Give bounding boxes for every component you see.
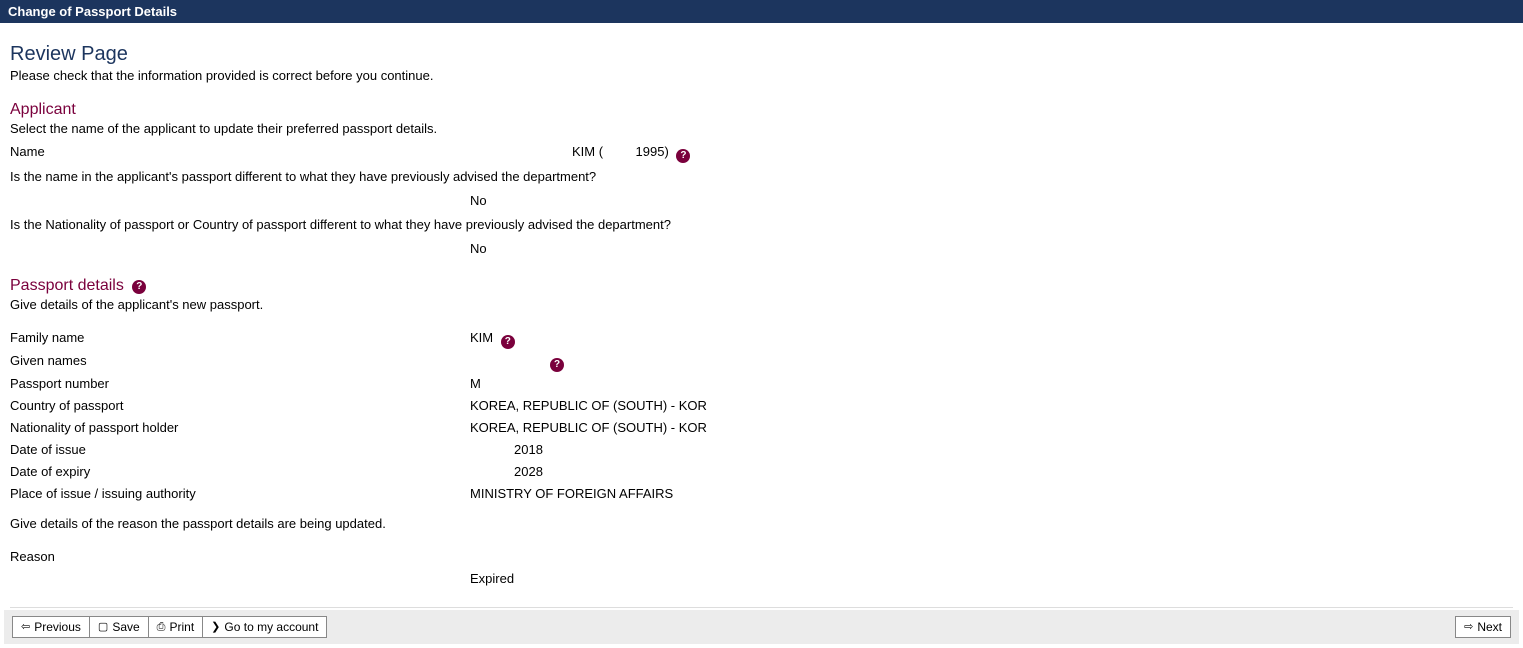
- help-icon[interactable]: ?: [550, 358, 564, 372]
- title-bar-text: Change of Passport Details: [8, 4, 177, 19]
- place-issue-value: MINISTRY OF FOREIGN AFFAIRS: [470, 484, 673, 504]
- print-icon: ⎙: [157, 622, 166, 633]
- chevron-right-icon: ❯: [211, 622, 220, 633]
- go-to-account-button[interactable]: ❯ Go to my account: [202, 616, 327, 638]
- place-issue-label: Place of issue / issuing authority: [10, 484, 470, 504]
- arrow-right-icon: ⇨: [1464, 622, 1473, 633]
- date-expiry-value: 2028: [514, 462, 543, 482]
- help-icon[interactable]: ?: [676, 149, 690, 163]
- family-name-row: Family name KIM ?: [10, 328, 1513, 349]
- arrow-left-icon: ⇦: [21, 622, 30, 633]
- given-names-row: Given names ?: [10, 351, 1513, 372]
- applicant-q1-answer: No: [470, 191, 487, 211]
- next-button[interactable]: ⇨ Next: [1455, 616, 1511, 638]
- help-icon[interactable]: ?: [501, 335, 515, 349]
- button-bar: ⇦ Previous ▢ Save ⎙ Print ❯ Go to my acc…: [4, 610, 1519, 644]
- applicant-q2-answer-row: No: [10, 239, 1513, 259]
- country-value: KOREA, REPUBLIC OF (SOUTH) - KOR: [470, 396, 707, 416]
- country-row: Country of passport KOREA, REPUBLIC OF (…: [10, 396, 1513, 416]
- reason-intro: Give details of the reason the passport …: [10, 516, 1513, 531]
- passport-number-row: Passport number M: [10, 374, 1513, 394]
- reason-label: Reason: [10, 547, 470, 567]
- family-name-text: KIM: [470, 330, 493, 345]
- print-button[interactable]: ⎙ Print: [148, 616, 204, 638]
- nationality-label: Nationality of passport holder: [10, 418, 470, 438]
- given-names-label: Given names: [10, 351, 470, 371]
- applicant-name-label: Name: [10, 142, 470, 162]
- date-expiry-row: Date of expiry 2028: [10, 462, 1513, 482]
- previous-button[interactable]: ⇦ Previous: [12, 616, 90, 638]
- date-issue-row: Date of issue 2018: [10, 440, 1513, 460]
- content: Review Page Please check that the inform…: [0, 23, 1523, 608]
- save-icon: ▢: [98, 622, 108, 633]
- applicant-q1-answer-row: No: [10, 191, 1513, 211]
- applicant-q2-answer: No: [470, 239, 487, 259]
- save-button[interactable]: ▢ Save: [89, 616, 149, 638]
- passport-heading-text: Passport details: [10, 277, 124, 294]
- nationality-row: Nationality of passport holder KOREA, RE…: [10, 418, 1513, 438]
- applicant-name-text: KIM ( 1995): [572, 144, 669, 159]
- divider: [10, 607, 1513, 608]
- passport-number-label: Passport number: [10, 374, 470, 394]
- save-button-label: Save: [112, 620, 139, 634]
- applicant-heading: Applicant: [10, 101, 1513, 119]
- nationality-value: KOREA, REPUBLIC OF (SOUTH) - KOR: [470, 418, 707, 438]
- go-to-account-button-label: Go to my account: [224, 620, 318, 634]
- applicant-name-row: Name KIM ( 1995) ?: [10, 142, 1513, 163]
- title-bar: Change of Passport Details: [0, 0, 1523, 23]
- page-heading: Review Page: [10, 43, 1513, 66]
- page-intro: Please check that the information provid…: [10, 68, 1513, 83]
- passport-heading: Passport details ?: [10, 277, 1513, 295]
- passport-number-value: M: [470, 374, 481, 394]
- date-issue-label: Date of issue: [10, 440, 470, 460]
- reason-value-row: Expired: [10, 569, 1513, 589]
- passport-intro: Give details of the applicant's new pass…: [10, 297, 1513, 312]
- applicant-q1: Is the name in the applicant's passport …: [10, 167, 1513, 187]
- family-name-label: Family name: [10, 328, 470, 348]
- applicant-intro: Select the name of the applicant to upda…: [10, 121, 1513, 136]
- date-issue-value: 2018: [514, 440, 543, 460]
- applicant-name-value: KIM ( 1995) ?: [572, 142, 690, 163]
- date-expiry-label: Date of expiry: [10, 462, 470, 482]
- given-names-value: ?: [470, 351, 564, 372]
- help-icon[interactable]: ?: [132, 280, 146, 294]
- reason-row: Reason: [10, 547, 1513, 567]
- previous-button-label: Previous: [34, 620, 81, 634]
- applicant-q2: Is the Nationality of passport or Countr…: [10, 215, 1513, 235]
- print-button-label: Print: [169, 620, 194, 634]
- country-label: Country of passport: [10, 396, 470, 416]
- next-button-label: Next: [1477, 620, 1502, 634]
- place-issue-row: Place of issue / issuing authority MINIS…: [10, 484, 1513, 504]
- reason-value: Expired: [470, 569, 514, 589]
- family-name-value: KIM ?: [470, 328, 515, 349]
